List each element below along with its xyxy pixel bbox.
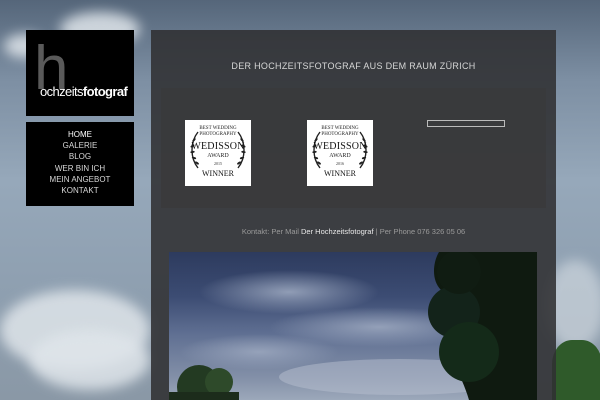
award-label: AWARD [207,153,229,159]
search-input[interactable] [427,120,505,127]
awards-strip: BEST WEDDING PHOTOGRAPHY WEDISSON AWARD … [161,88,546,208]
award-category-line1: BEST WEDDING [199,126,237,131]
nav-item-blog[interactable]: BLOG [26,151,134,162]
contact-mail-link[interactable]: Der Hochzeitsfotograf [301,227,374,236]
award-badge-2016: BEST WEDDING PHOTOGRAPHY WEDISSON AWARD … [307,120,373,186]
logo-text-regular: ochzeits [40,84,83,99]
award-result: WINNER [324,169,356,178]
site-logo[interactable]: h ochzeitsfotograf [26,30,134,116]
contact-line: Kontakt: Per Mail Der Hochzeitsfotograf … [151,227,556,236]
hero-photo [169,252,537,400]
award-name: WEDISSON [191,141,245,152]
nav-item-galerie[interactable]: GALERIE [26,140,134,151]
award-year: 2016 [336,161,344,166]
logo-wordmark: ochzeitsfotograf [40,84,128,99]
nav-item-mein-angebot[interactable]: MEIN ANGEBOT [26,174,134,185]
background-cloud [30,330,150,390]
award-badge-2015: BEST WEDDING PHOTOGRAPHY WEDISSON AWARD … [185,120,251,186]
contact-phone: | Per Phone 076 326 05 06 [375,227,466,236]
logo-text-bold: fotograf [82,84,128,99]
nav-item-wer-bin-ich[interactable]: WER BIN ICH [26,163,134,174]
background-tree [552,340,600,400]
site-tagline: DER HOCHZEITSFOTOGRAF AUS DEM RAUM ZÜRIC… [231,61,476,71]
nav-item-home[interactable]: HOME [26,129,134,140]
award-year: 2015 [214,161,222,166]
main-navigation: HOME GALERIE BLOG WER BIN ICH MEIN ANGEB… [26,122,134,206]
award-category-line2: PHOTOGRAPHY [321,131,359,137]
award-category-line1: BEST WEDDING [321,126,359,131]
award-category: BEST WEDDING PHOTOGRAPHY [185,126,251,137]
award-category: BEST WEDDING PHOTOGRAPHY [307,126,373,137]
hero-photo-scene [169,252,537,400]
award-result: WINNER [202,169,234,178]
award-label: AWARD [329,153,351,159]
award-category-line2: PHOTOGRAPHY [199,131,237,137]
contact-prefix: Kontakt: Per Mail [241,227,299,236]
award-name: WEDISSON [313,141,367,152]
nav-item-kontakt[interactable]: KONTAKT [26,185,134,196]
main-content-panel: DER HOCHZEITSFOTOGRAF AUS DEM RAUM ZÜRIC… [151,30,556,400]
